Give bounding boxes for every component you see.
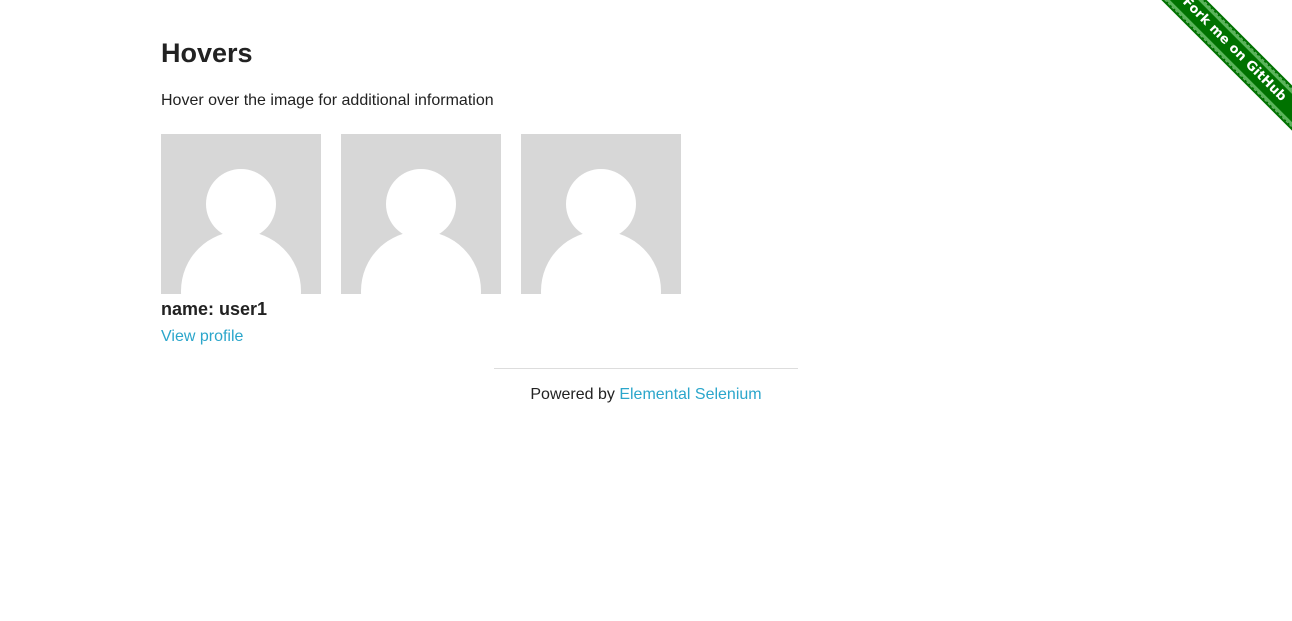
figure-user-2[interactable]	[341, 134, 501, 294]
github-ribbon-container: Fork me on GitHub	[1143, 0, 1292, 149]
figure-list: name: user1 View profile	[161, 134, 681, 345]
user-name-label: name: user1	[161, 299, 268, 319]
figure-user-3[interactable]	[521, 134, 681, 294]
user-avatar-icon[interactable]	[521, 134, 681, 294]
avatar-head	[566, 169, 636, 239]
avatar-body	[361, 231, 481, 294]
page: Fork me on GitHub Hovers Hover over the …	[0, 0, 1292, 621]
avatar-body	[181, 231, 301, 294]
user-avatar-icon[interactable]	[161, 134, 321, 294]
avatar-head	[386, 169, 456, 239]
avatar-head	[206, 169, 276, 239]
figure-user-1[interactable]: name: user1 View profile	[161, 134, 321, 345]
fork-me-on-github-ribbon[interactable]: Fork me on GitHub	[1146, 0, 1292, 138]
footer-powered-by: Powered by	[530, 386, 620, 403]
page-title: Hovers	[161, 38, 253, 68]
footer-divider	[494, 368, 798, 369]
view-profile-link[interactable]: View profile	[161, 328, 243, 346]
avatar-body	[541, 231, 661, 294]
page-subtitle: Hover over the image for additional info…	[161, 92, 494, 109]
figure-caption: name: user1 View profile	[161, 298, 461, 346]
elemental-selenium-link[interactable]: Elemental Selenium	[619, 386, 761, 403]
page-footer: Powered by Elemental Selenium	[494, 386, 798, 404]
user-avatar-icon[interactable]	[341, 134, 501, 294]
